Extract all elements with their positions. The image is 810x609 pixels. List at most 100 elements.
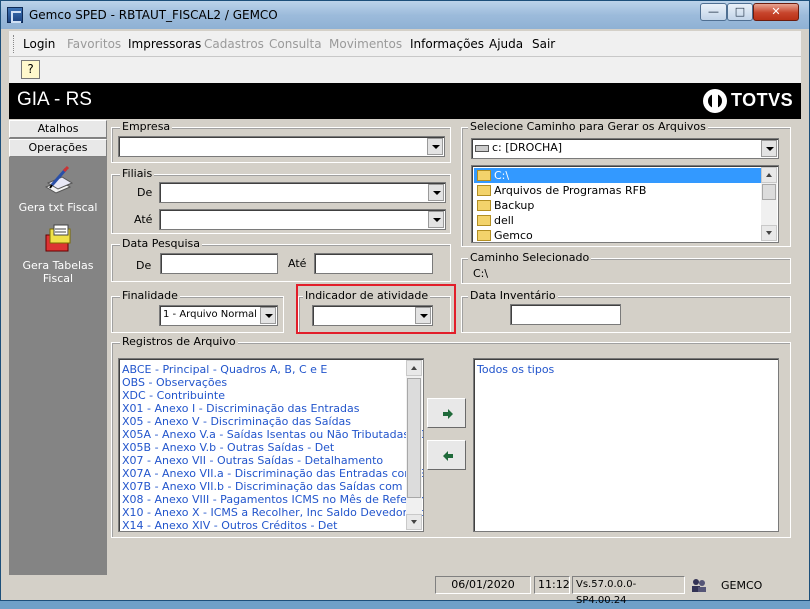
- folder-icon: [477, 230, 491, 241]
- filiais-legend: Filiais: [120, 167, 155, 180]
- registros-scrollbar[interactable]: [406, 360, 422, 530]
- pen-paper-icon: [44, 165, 74, 194]
- caminho-selecionado-legend: Caminho Selecionado: [468, 251, 592, 264]
- list-item[interactable]: X10 - Anexo X - ICMS a Recolher, Inc Sal…: [122, 506, 423, 519]
- drive-icon: [475, 144, 489, 152]
- data-pesquisa-legend: Data Pesquisa: [120, 237, 202, 250]
- chevron-down-icon[interactable]: [428, 184, 444, 201]
- close-button[interactable]: ✕: [753, 3, 799, 21]
- minimize-button[interactable]: —: [700, 3, 727, 21]
- folder-scrollbar[interactable]: [761, 167, 777, 241]
- highlight-box: [296, 284, 456, 334]
- menu-login[interactable]: Login: [23, 37, 55, 51]
- list-item[interactable]: X07A - Anexo VII.a - Discriminação das E…: [122, 467, 423, 480]
- status-version: Vs.57.0.0.0-SP4.00.24: [572, 576, 685, 606]
- gera-tabelas-label-2: Fiscal: [42, 272, 74, 285]
- list-item[interactable]: X14 - Anexo XIV - Outros Créditos - Det: [122, 519, 337, 531]
- folder-item[interactable]: Gemco: [474, 228, 533, 242]
- gera-tabelas-fiscal-button[interactable]: Gera Tabelas Fiscal: [9, 223, 107, 285]
- filial-de-label: De: [137, 186, 153, 199]
- menu-ajuda[interactable]: Ajuda: [489, 37, 523, 51]
- chevron-down-icon[interactable]: [427, 138, 443, 155]
- data-de-label: De: [136, 259, 152, 272]
- data-inventario-input[interactable]: [510, 304, 621, 325]
- folder-open-icon: [477, 170, 491, 181]
- menu-cadastros[interactable]: Cadastros: [204, 37, 264, 51]
- list-item[interactable]: X07B - Anexo VII.b - Discriminação das S…: [122, 480, 420, 493]
- empresa-legend: Empresa: [120, 120, 173, 133]
- caminho-selecionado-value: C:\: [473, 267, 489, 280]
- list-item[interactable]: X01 - Anexo I - Discriminação das Entrad…: [122, 402, 359, 415]
- menu-consulta[interactable]: Consulta: [269, 37, 322, 51]
- menu-movimentos[interactable]: Movimentos: [329, 37, 402, 51]
- nav-operacoes[interactable]: Operações: [9, 139, 107, 157]
- arrow-right-icon: [443, 409, 453, 419]
- gera-txt-fiscal-button[interactable]: Gera txt Fiscal: [9, 165, 107, 214]
- list-item[interactable]: X05B - Anexo V.b - Outras Saídas - Det: [122, 441, 334, 454]
- window-title: Gemco SPED - RBTAUT_FISCAL2 / GEMCO: [29, 8, 278, 22]
- data-inventario-legend: Data Inventário: [468, 289, 558, 302]
- arrow-left-icon: [443, 451, 453, 461]
- caminho-selecionado-group: Caminho Selecionado: [461, 251, 791, 284]
- registros-legend: Registros de Arquivo: [120, 335, 238, 348]
- menu-sair[interactable]: Sair: [532, 37, 555, 51]
- filial-de-select[interactable]: [159, 182, 446, 203]
- menu-favoritos[interactable]: Favoritos: [67, 37, 121, 51]
- registros-list[interactable]: ABCE - Principal - Quadros A, B, C e E O…: [118, 358, 424, 532]
- folder-icon: [477, 200, 491, 211]
- data-ate-label: Até: [288, 257, 307, 270]
- chevron-down-icon[interactable]: [260, 307, 276, 324]
- chevron-down-icon[interactable]: [761, 140, 777, 157]
- finalidade-select[interactable]: 1 - Arquivo Normal: [159, 305, 278, 326]
- toolbar: ?: [9, 57, 801, 83]
- status-date: 06/01/2020: [435, 576, 531, 594]
- finalidade-value: 1 - Arquivo Normal: [163, 309, 257, 320]
- scroll-thumb[interactable]: [407, 378, 421, 498]
- remove-registro-button[interactable]: [427, 440, 466, 470]
- menu-informacoes[interactable]: Informações: [410, 37, 484, 51]
- scroll-up-icon[interactable]: [406, 360, 422, 376]
- empresa-select[interactable]: [118, 136, 445, 157]
- list-item[interactable]: ABCE - Principal - Quadros A, B, C e E: [122, 363, 327, 376]
- drive-select[interactable]: c: [DROCHA]: [471, 138, 779, 159]
- chevron-down-icon[interactable]: [428, 211, 444, 228]
- gera-tabelas-label-1: Gera Tabelas: [22, 259, 94, 272]
- scroll-down-icon[interactable]: [406, 514, 422, 530]
- list-item[interactable]: X08 - Anexo VIII - Pagamentos ICMS no Mê…: [122, 493, 423, 506]
- folder-item[interactable]: Backup: [474, 198, 534, 213]
- drive-value: c: [DROCHA]: [492, 141, 563, 154]
- list-item[interactable]: Todos os tipos: [477, 363, 554, 376]
- folder-item[interactable]: Arquivos de Programas RFB: [474, 183, 646, 198]
- menu-impressoras[interactable]: Impressoras: [128, 37, 201, 51]
- list-item[interactable]: X07 - Anexo VII - Outras Saídas - Detalh…: [122, 454, 383, 467]
- scroll-thumb[interactable]: [762, 184, 776, 200]
- selecionados-list[interactable]: Todos os tipos: [473, 358, 779, 532]
- list-item[interactable]: X05 - Anexo V - Discriminação das Saídas: [122, 415, 351, 428]
- list-item[interactable]: XDC - Contribuinte: [122, 389, 225, 402]
- status-user: GEMCO: [721, 579, 763, 592]
- nav-atalhos[interactable]: Atalhos: [9, 120, 107, 138]
- totvs-logo: TOTVS: [703, 89, 793, 113]
- add-registro-button[interactable]: [427, 398, 466, 428]
- caminho-legend: Selecione Caminho para Gerar os Arquivos: [468, 120, 708, 133]
- scroll-down-icon[interactable]: [761, 225, 777, 241]
- list-item[interactable]: X05A - Anexo V.a - Saídas Isentas ou Não…: [122, 428, 423, 441]
- list-item[interactable]: OBS - Observações: [122, 376, 227, 389]
- filial-ate-select[interactable]: [159, 209, 446, 230]
- scroll-up-icon[interactable]: [761, 167, 777, 183]
- app-icon: [7, 7, 23, 23]
- folder-item[interactable]: dell: [474, 213, 514, 228]
- main-panel: Empresa Filiais De Até Data Pesquisa De …: [109, 120, 801, 575]
- data-ate-input[interactable]: [314, 253, 433, 274]
- maximize-button[interactable]: □: [727, 3, 753, 21]
- app-window: Gemco SPED - RBTAUT_FISCAL2 / GEMCO — □ …: [0, 0, 810, 606]
- folder-item[interactable]: C:\: [474, 168, 764, 183]
- title-bar[interactable]: Gemco SPED - RBTAUT_FISCAL2 / GEMCO — □ …: [1, 1, 809, 29]
- folder-label: Arquivos de Programas RFB: [494, 184, 647, 197]
- help-icon[interactable]: ?: [21, 60, 40, 79]
- folder-list[interactable]: C:\ Arquivos de Programas RFB Backup del…: [471, 165, 779, 243]
- menu-grip: [13, 35, 16, 53]
- finalidade-legend: Finalidade: [120, 289, 180, 302]
- data-de-input[interactable]: [160, 253, 278, 274]
- page-header: GIA - RS TOTVS: [9, 83, 801, 119]
